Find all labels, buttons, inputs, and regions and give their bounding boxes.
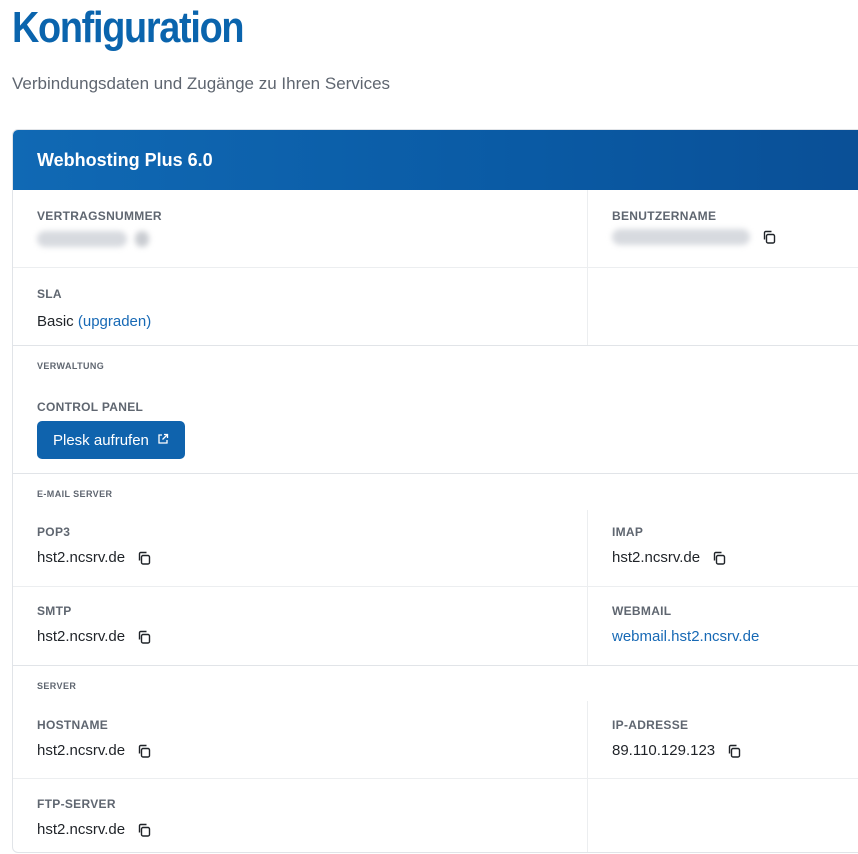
sla-upgrade-link[interactable]: (upgraden) [78,312,151,332]
email-section-label: E-MAIL SERVER [37,489,113,499]
contract-cell: VERTRAGSNUMMER [13,190,588,267]
username-value [612,229,849,245]
plesk-button-wrap: Plesk aufrufen [37,421,849,459]
webmail-value: webmail.hst2.ncsrv.de [612,627,849,647]
copy-icon[interactable] [137,823,151,837]
server-row-2: FTP-SERVER hst2.ncsrv.de [13,779,858,852]
smtp-cell: SMTP hst2.ncsrv.de [13,587,588,665]
hostname-cell: HOSTNAME hst2.ncsrv.de [13,701,588,778]
ip-value: 89.110.129.123 [612,741,849,761]
ip-cell: IP-ADRESSE 89.110.129.123 [588,701,858,778]
hostname-label: HOSTNAME [37,718,109,732]
username-label: BENUTZERNAME [612,209,717,223]
imap-label: IMAP [612,525,644,539]
email-section: E-MAIL SERVER POP3 hst2.ncsrv.de IMAP hs… [13,474,858,666]
page-subtitle: Verbindungsdaten und Zugänge zu Ihren Se… [12,74,391,93]
server-section: SERVER HOSTNAME hst2.ncsrv.de IP-ADRESSE… [13,666,858,852]
ftp-value: hst2.ncsrv.de [37,820,563,840]
page-title: Konfiguration [12,3,245,52]
plesk-button[interactable]: Plesk aufrufen [37,421,185,459]
webmail-link[interactable]: webmail.hst2.ncsrv.de [612,627,759,647]
sla-row: SLA Basic (upgraden) [13,268,858,346]
server-row-1: HOSTNAME hst2.ncsrv.de IP-ADRESSE 89.110… [13,701,858,779]
smtp-label: SMTP [37,604,72,618]
control-panel-block: CONTROL PANEL Plesk aufrufen [13,371,858,459]
sla-value: Basic (upgraden) [37,312,563,332]
pop3-host: hst2.ncsrv.de [37,549,126,566]
copy-icon[interactable] [712,551,726,565]
contract-copy-redacted [135,231,149,247]
control-panel-label: CONTROL PANEL [37,400,144,414]
smtp-value: hst2.ncsrv.de [37,627,563,647]
webmail-label: WEBMAIL [612,604,672,618]
contract-label: VERTRAGSNUMMER [37,209,162,223]
ip-address: 89.110.129.123 [612,742,716,759]
card-title: Webhosting Plus 6.0 [37,149,213,170]
copy-icon[interactable] [137,630,151,644]
sla-label: SLA [37,287,62,301]
imap-value: hst2.ncsrv.de [612,548,849,568]
copy-icon[interactable] [137,551,151,565]
hostname-host: hst2.ncsrv.de [37,742,126,759]
sla-empty-cell [588,268,858,345]
copy-icon[interactable] [727,744,741,758]
copy-icon[interactable] [762,230,776,244]
pop3-value: hst2.ncsrv.de [37,548,563,568]
email-row-1: POP3 hst2.ncsrv.de IMAP hst2.ncsrv.de [13,510,858,587]
verwaltung-section-label: VERWALTUNG [37,361,105,371]
imap-cell: IMAP hst2.ncsrv.de [588,510,858,586]
username-redacted [612,229,750,245]
service-card: Webhosting Plus 6.0 VERTRAGSNUMMER BENUT… [12,129,858,853]
email-row-2: SMTP hst2.ncsrv.de WEBMAIL webmail.hst2.… [13,587,858,666]
imap-host: hst2.ncsrv.de [612,549,701,566]
sla-cell: SLA Basic (upgraden) [13,268,588,345]
webmail-cell: WEBMAIL webmail.hst2.ncsrv.de [588,587,858,665]
sla-level: Basic [37,313,74,330]
contract-value [37,231,563,247]
card-header: Webhosting Plus 6.0 [13,130,858,190]
ip-label: IP-ADRESSE [612,718,689,732]
hostname-value: hst2.ncsrv.de [37,741,563,761]
pop3-cell: POP3 hst2.ncsrv.de [13,510,588,586]
ftp-host: hst2.ncsrv.de [37,821,126,838]
contract-row: VERTRAGSNUMMER BENUTZERNAME [13,190,858,268]
contract-number-redacted [37,231,127,247]
smtp-host: hst2.ncsrv.de [37,628,126,645]
verwaltung-section: VERWALTUNG CONTROL PANEL Plesk aufrufen [13,346,858,474]
copy-icon[interactable] [137,744,151,758]
plesk-button-label: Plesk aufrufen [53,431,149,449]
external-link-icon [157,432,169,449]
server-section-label: SERVER [37,681,77,691]
ftp-cell: FTP-SERVER hst2.ncsrv.de [13,779,588,852]
ftp-label: FTP-SERVER [37,797,116,811]
pop3-label: POP3 [37,525,71,539]
ftp-empty-cell [588,779,858,852]
username-cell: BENUTZERNAME [588,190,858,267]
